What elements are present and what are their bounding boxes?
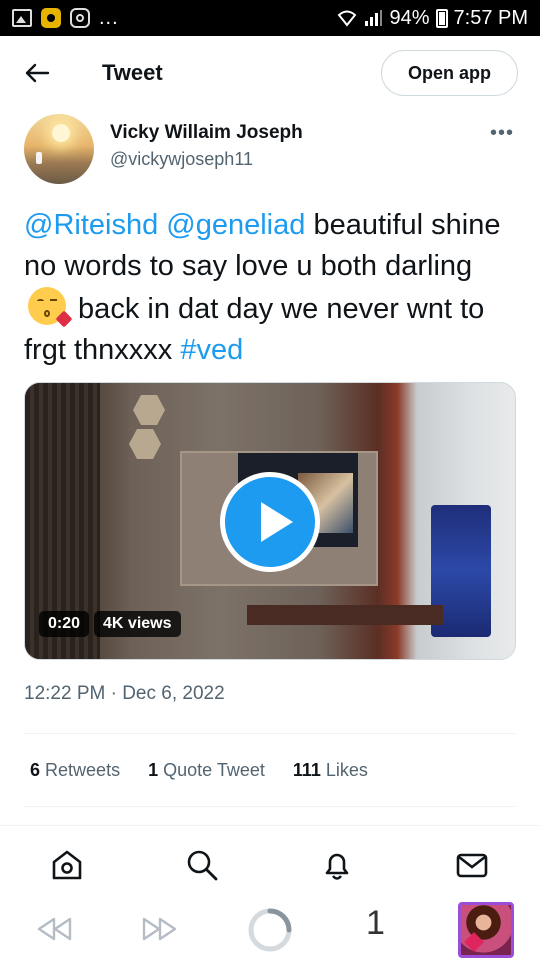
messages-icon[interactable]	[455, 848, 489, 882]
video-duration: 0:20	[39, 611, 90, 637]
heart-icon	[464, 932, 484, 952]
video-frame-shelf	[247, 605, 443, 625]
retweets-stat[interactable]: 6 Retweets	[30, 760, 120, 781]
avatar[interactable]	[24, 114, 94, 184]
retweets-label: Retweets	[45, 760, 121, 780]
browser-forward-icon[interactable]	[140, 912, 180, 946]
home-icon[interactable]	[50, 848, 84, 882]
quotes-count: 1	[148, 760, 159, 780]
tweet-header: Tweet Open app	[0, 36, 540, 110]
video-frame-decor	[133, 395, 165, 425]
tab-thumbnail[interactable]	[458, 902, 514, 958]
author-name[interactable]: Vicky Willaim Joseph	[110, 122, 303, 144]
likes-count: 111	[292, 760, 321, 780]
notifications-icon[interactable]	[320, 848, 354, 882]
tab-count[interactable]: 1	[366, 904, 385, 943]
kissing-face-emoji-icon	[28, 287, 73, 328]
mention-riteishd[interactable]: @Riteishd	[24, 209, 158, 241]
tweet-timestamp[interactable]: 12:22 PM · Dec 6, 2022	[24, 683, 225, 705]
battery-percent: 94%	[389, 6, 430, 29]
loading-spinner-icon[interactable]	[246, 906, 294, 954]
video-frame-decor	[129, 429, 161, 459]
clock: 7:57 PM	[453, 6, 528, 29]
video-badges: 0:20 4K views	[39, 611, 181, 637]
quote-tweets-stat[interactable]: 1 Quote Tweet	[148, 760, 265, 781]
hashtag-ved[interactable]: #ved	[180, 334, 243, 366]
wifi-icon	[338, 10, 357, 27]
tweet-text-part-2: back in dat day we never wnt to frgt thn…	[24, 293, 485, 366]
back-arrow-icon[interactable]	[24, 60, 50, 86]
tweet-text: @Riteishd @geneliad beautiful shine no w…	[24, 205, 524, 371]
likes-label: Likes	[325, 760, 368, 780]
play-button-icon[interactable]	[220, 472, 320, 572]
battery-icon	[435, 8, 448, 28]
author-handle[interactable]: @vickywjoseph11	[110, 149, 253, 170]
app-notification-icon	[41, 8, 61, 28]
more-options-icon[interactable]: •••	[490, 122, 514, 145]
divider	[24, 733, 516, 734]
signal-icon	[365, 10, 383, 26]
page-title: Tweet	[102, 60, 163, 85]
instagram-notification-icon	[70, 8, 90, 28]
avatar-person	[36, 152, 42, 164]
divider	[24, 806, 516, 807]
tweet-stats: 6 Retweets 1 Quote Tweet 111 Likes	[30, 760, 368, 781]
mention-geneliad[interactable]: @geneliad	[166, 209, 305, 241]
video-player[interactable]: 0:20 4K views	[24, 382, 516, 660]
browser-back-icon[interactable]	[34, 912, 74, 946]
bottom-navigation	[0, 825, 540, 900]
more-notifications: ...	[99, 6, 119, 29]
status-bar: ... 94% 7:57 PM	[0, 0, 540, 36]
gallery-notification-icon	[12, 9, 32, 27]
retweets-count: 6	[30, 760, 41, 780]
quotes-label: Quote Tweet	[163, 760, 265, 780]
open-app-button[interactable]: Open app	[381, 50, 518, 96]
sunset-sun	[52, 124, 70, 142]
likes-stat[interactable]: 111 Likes	[293, 760, 368, 781]
search-icon[interactable]	[185, 848, 219, 882]
video-views: 4K views	[94, 611, 181, 637]
